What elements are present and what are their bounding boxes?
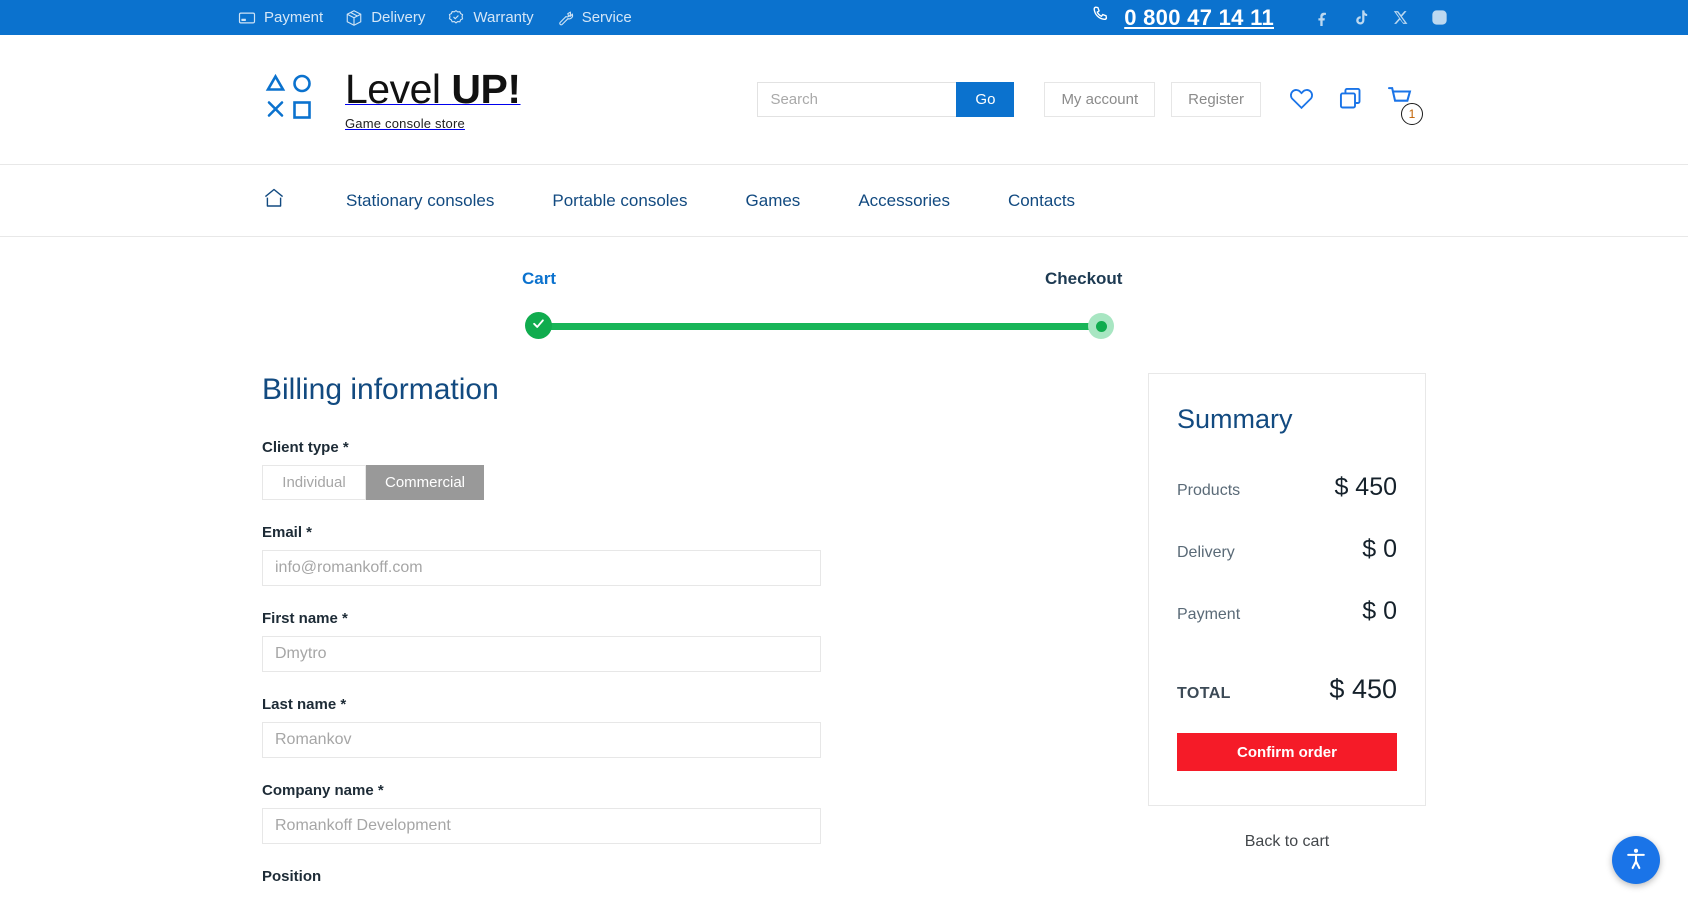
summary-title: Summary xyxy=(1177,404,1293,434)
nav-item-home[interactable] xyxy=(262,186,286,215)
summary-key: Payment xyxy=(1177,606,1241,623)
accessibility-icon xyxy=(1623,846,1649,875)
back-to-cart-link[interactable]: Back to cart xyxy=(1148,833,1426,851)
brand-name-thin: Level xyxy=(345,66,452,112)
stepper-label-cart[interactable]: Cart xyxy=(522,269,556,289)
last-name-field[interactable] xyxy=(262,722,821,758)
last-name-field-group: Last name * xyxy=(262,696,1100,758)
stepper-progress-track xyxy=(537,323,1103,330)
nav-item-accessories[interactable]: Accessories xyxy=(858,191,950,211)
check-icon xyxy=(531,316,546,336)
top-link-label: Delivery xyxy=(371,9,426,26)
brand-logo-link[interactable]: Level UP! Game console store xyxy=(262,69,521,130)
card-icon xyxy=(238,9,256,27)
my-account-button[interactable]: My account xyxy=(1044,82,1156,117)
summary-value: $ 450 xyxy=(1334,473,1397,501)
compare-button[interactable] xyxy=(1326,85,1375,115)
top-link-warranty[interactable]: Warranty xyxy=(447,9,534,27)
facebook-icon[interactable] xyxy=(1314,9,1331,26)
search-input[interactable] xyxy=(757,82,957,117)
phone-number-link[interactable]: 0 800 47 14 11 xyxy=(1090,4,1274,32)
summary-key: Delivery xyxy=(1177,544,1235,561)
order-summary-card: Summary Products $ 450 Delivery $ 0 Paym… xyxy=(1148,373,1426,806)
phone-number-text: 0 800 47 14 11 xyxy=(1124,4,1274,30)
last-name-label: Last name * xyxy=(262,696,347,713)
top-link-delivery[interactable]: Delivery xyxy=(345,9,425,27)
register-button[interactable]: Register xyxy=(1171,82,1261,117)
top-link-label: Service xyxy=(581,9,632,26)
social-links-group xyxy=(1314,9,1448,26)
summary-row-total: TOTAL $ 450 xyxy=(1177,674,1397,705)
top-links-group: Payment Delivery Warranty Service xyxy=(238,9,632,27)
checkout-stepper: Cart Checkout xyxy=(262,269,1426,355)
accessibility-fab-button[interactable] xyxy=(1612,836,1660,884)
email-field[interactable] xyxy=(262,550,821,586)
summary-key: Products xyxy=(1177,482,1241,499)
stepper-label-checkout: Checkout xyxy=(1045,269,1123,288)
summary-value: $ 0 xyxy=(1362,597,1397,625)
top-link-label: Payment xyxy=(264,9,324,26)
x-twitter-icon[interactable] xyxy=(1392,9,1409,26)
main-navigation: Stationary consoles Portable consoles Ga… xyxy=(262,165,1426,236)
search-go-button[interactable]: Go xyxy=(956,82,1015,117)
company-name-field[interactable] xyxy=(262,808,821,844)
brand-tagline: Game console store xyxy=(345,116,465,131)
tiktok-icon[interactable] xyxy=(1353,9,1370,26)
summary-value: $ 0 xyxy=(1362,535,1397,563)
brand-name-bold: UP! xyxy=(451,66,521,112)
company-name-label: Company name * xyxy=(262,782,384,799)
top-link-label: Warranty xyxy=(473,9,534,26)
position-field-group: Position xyxy=(262,868,1100,885)
top-link-service[interactable]: Service xyxy=(556,9,632,27)
heart-icon xyxy=(1288,85,1315,115)
instagram-icon[interactable] xyxy=(1431,9,1448,26)
summary-row-products: Products $ 450 xyxy=(1177,473,1397,502)
client-type-toggle-group: Individual Commercial xyxy=(262,465,1100,500)
box-icon xyxy=(345,9,363,27)
billing-form: Billing information Client type * Indivi… xyxy=(262,373,1100,909)
confirm-order-button[interactable]: Confirm order xyxy=(1177,733,1397,771)
email-label: Email * xyxy=(262,524,313,541)
page-title: Billing information xyxy=(262,373,499,406)
cart-button[interactable]: 1 xyxy=(1375,84,1426,125)
home-icon xyxy=(262,186,286,215)
stepper-node-cart-completed[interactable] xyxy=(525,312,552,339)
dot-icon xyxy=(1095,320,1107,332)
company-name-field-group: Company name * xyxy=(262,782,1100,844)
top-utility-bar: Payment Delivery Warranty Service 0 800 … xyxy=(0,0,1688,35)
summary-total-value: $ 450 xyxy=(1329,674,1397,704)
stepper-node-checkout-current[interactable] xyxy=(1088,313,1114,339)
email-field-group: Email * xyxy=(262,524,1100,586)
nav-item-contacts[interactable]: Contacts xyxy=(1008,191,1075,211)
client-type-option-individual[interactable]: Individual xyxy=(262,465,366,500)
compare-squares-icon xyxy=(1337,85,1364,115)
nav-item-games[interactable]: Games xyxy=(746,191,801,211)
cart-count-badge: 1 xyxy=(1401,102,1423,125)
summary-row-delivery: Delivery $ 0 xyxy=(1177,535,1397,564)
phone-icon xyxy=(1090,4,1112,32)
wishlist-button[interactable] xyxy=(1277,85,1326,115)
nav-item-stationary-consoles[interactable]: Stationary consoles xyxy=(346,191,494,211)
first-name-field-group: First name * xyxy=(262,610,1100,672)
search-box: Go xyxy=(757,82,1015,117)
first-name-field[interactable] xyxy=(262,636,821,672)
client-type-option-commercial[interactable]: Commercial xyxy=(366,465,485,500)
site-header: Level UP! Game console store Go My accou… xyxy=(262,35,1426,164)
summary-row-payment: Payment $ 0 xyxy=(1177,597,1397,626)
first-name-label: First name * xyxy=(262,610,348,627)
playstation-shapes-logo xyxy=(262,71,319,128)
nav-item-portable-consoles[interactable]: Portable consoles xyxy=(552,191,687,211)
wrench-icon xyxy=(556,9,574,27)
top-link-payment[interactable]: Payment xyxy=(238,9,323,27)
client-type-field: Client type * Individual Commercial xyxy=(262,439,1100,500)
badge-check-icon xyxy=(447,9,465,27)
summary-total-label: TOTAL xyxy=(1177,685,1231,702)
client-type-label: Client type * xyxy=(262,439,349,456)
position-label: Position xyxy=(262,868,322,885)
